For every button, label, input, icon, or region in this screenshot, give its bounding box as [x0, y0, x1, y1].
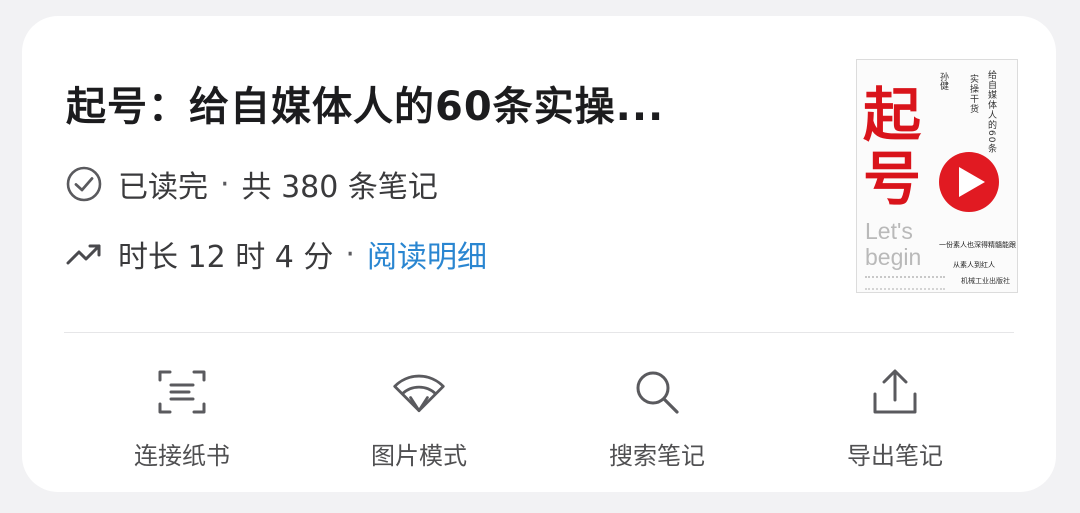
- cover-fine-print: [865, 276, 945, 290]
- trending-up-icon: [64, 234, 104, 274]
- separator-dot: ·: [345, 236, 355, 272]
- image-mode-label: 图片模式: [371, 442, 467, 470]
- book-cover[interactable]: 起 号 给自媒体人的60条 实操干货 孙健 Let's begin 一份素人也深…: [856, 59, 1018, 293]
- cover-english-2: begin: [865, 244, 922, 270]
- reading-duration: 时长 12 时 4 分: [118, 240, 334, 275]
- fan-icon: [391, 364, 447, 420]
- search-icon: [629, 364, 685, 420]
- connect-paper-book-button[interactable]: 连接纸书: [82, 364, 282, 471]
- book-summary-card: 起号：给自媒体人的60条实操... 已读完 · 共 380 条笔记 时长 12 …: [22, 16, 1056, 492]
- notes-count: 共 380 条笔记: [241, 170, 438, 205]
- reading-duration-row: 时长 12 时 4 分 · 阅读明细: [64, 232, 487, 276]
- separator-dot: ·: [220, 166, 230, 202]
- image-mode-button[interactable]: 图片模式: [319, 364, 519, 471]
- cover-vertical-title-1: 给自媒体人的60条: [986, 70, 996, 154]
- connect-paper-book-label: 连接纸书: [134, 442, 230, 470]
- export-notes-label: 导出笔记: [847, 442, 943, 470]
- export-notes-button[interactable]: 导出笔记: [795, 364, 995, 471]
- export-icon: [867, 364, 923, 420]
- cover-publisher: 机械工业出版社: [961, 277, 1010, 285]
- book-title[interactable]: 起号：给自媒体人的60条实操...: [66, 74, 766, 132]
- cover-char-1: 起: [863, 81, 922, 149]
- action-bar: 连接纸书 图片模式 搜索笔记 导出笔记: [22, 364, 1056, 474]
- cover-tagline-1: 一份素人也深得精髓能跟: [939, 241, 1016, 249]
- cover-char-2: 号: [863, 145, 922, 213]
- cover-author: 孙健: [938, 72, 948, 90]
- cover-tagline-2: 从素人到红人: [953, 261, 995, 269]
- cover-vertical-title-2: 实操干货: [968, 74, 978, 114]
- play-icon: [939, 152, 999, 212]
- reading-detail-link[interactable]: 阅读明细: [367, 232, 487, 276]
- cover-english-1: Let's: [865, 218, 913, 244]
- search-notes-label: 搜索笔记: [609, 442, 705, 470]
- search-notes-button[interactable]: 搜索笔记: [557, 364, 757, 471]
- read-status: 已读完: [118, 170, 208, 205]
- divider: [64, 332, 1014, 333]
- reading-status-row: 已读完 · 共 380 条笔记: [64, 162, 438, 206]
- check-circle-icon: [64, 164, 104, 204]
- scan-text-icon: [154, 364, 210, 420]
